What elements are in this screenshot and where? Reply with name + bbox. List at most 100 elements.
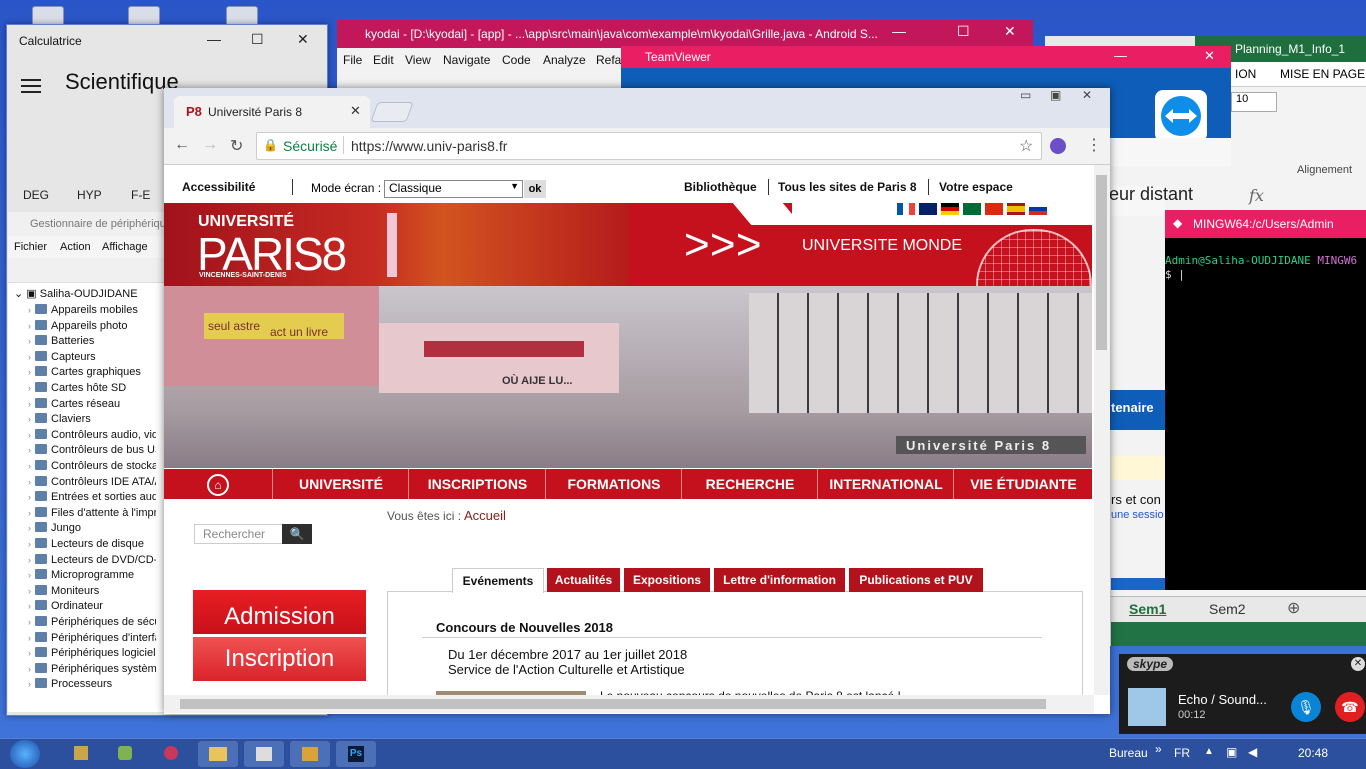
- device-tree-item[interactable]: › Batteries: [28, 335, 156, 350]
- close-icon[interactable]: ✕: [1351, 657, 1365, 671]
- sheet-tab[interactable]: Sem1: [1129, 601, 1166, 617]
- mic-icon[interactable]: 🎙: [1291, 692, 1321, 722]
- inscription-button[interactable]: Inscription: [193, 637, 366, 681]
- admission-button[interactable]: Admission: [193, 590, 366, 634]
- nav-vie-etudiante[interactable]: VIE ÉTUDIANTE: [953, 469, 1093, 499]
- device-tree-item[interactable]: › Périphériques de sécu: [28, 616, 156, 631]
- hamburger-icon[interactable]: [21, 75, 41, 97]
- nav-universite[interactable]: UNIVERSITÉ: [272, 469, 409, 499]
- close-button[interactable]: ✕: [1204, 48, 1215, 64]
- scroll-thumb[interactable]: [180, 699, 1046, 709]
- language-indicator[interactable]: FR: [1174, 746, 1190, 760]
- close-button[interactable]: ✕: [1004, 23, 1016, 40]
- bookmark-star-icon[interactable]: ☆: [1019, 136, 1033, 156]
- browser-tab[interactable]: P8 Université Paris 8 ✕: [174, 96, 370, 128]
- address-bar[interactable]: 🔒 Sécurisé https://www.univ-paris8.fr ☆: [256, 132, 1042, 160]
- taskbar-photoshop[interactable]: Ps: [336, 741, 376, 767]
- flag-es-icon[interactable]: [1007, 203, 1025, 215]
- new-tab-button[interactable]: [370, 102, 414, 122]
- taskbar-explorer[interactable]: [198, 741, 238, 767]
- device-tree-item[interactable]: › Contrôleurs audio, vid: [28, 428, 156, 444]
- device-tree-item[interactable]: › Microprogramme: [28, 569, 156, 584]
- search-button[interactable]: 🔍: [282, 524, 312, 544]
- fe-button[interactable]: F-E: [131, 188, 150, 202]
- deg-button[interactable]: DEG: [23, 188, 49, 202]
- hyp-button[interactable]: HYP: [77, 188, 102, 202]
- close-button[interactable]: ✕: [297, 31, 309, 48]
- top-link-bibliotheque[interactable]: Bibliothèque: [684, 180, 757, 194]
- menu-kebab-icon[interactable]: ⋮: [1086, 135, 1102, 155]
- device-tree-item[interactable]: › Processeurs: [28, 678, 156, 693]
- nav-recherche[interactable]: RECHERCHE: [681, 469, 818, 499]
- device-tree-item[interactable]: › Contrôleurs IDE ATA/A: [28, 475, 156, 491]
- search-input[interactable]: Rechercher: [194, 524, 284, 544]
- menu-navigate[interactable]: Navigate: [443, 53, 490, 67]
- device-tree-item[interactable]: › Ordinateur: [28, 600, 156, 615]
- start-button[interactable]: [10, 740, 40, 768]
- tab-expositions[interactable]: Expositions: [624, 568, 710, 592]
- tree-root[interactable]: ⌄ ▣ Saliha-OUDJIDANE: [14, 287, 138, 300]
- device-tree-item[interactable]: › Contrôleurs de bus US: [28, 444, 156, 459]
- tab-evenements[interactable]: Evénements: [452, 568, 544, 593]
- device-tree-item[interactable]: › Cartes graphiques: [28, 366, 156, 381]
- maximize-button[interactable]: ☐: [251, 31, 264, 48]
- tab-actualites[interactable]: Actualités: [547, 568, 620, 592]
- device-tree-item[interactable]: › Cartes réseau: [28, 397, 156, 413]
- accessibility-link[interactable]: Accessibilité: [182, 180, 255, 194]
- back-icon[interactable]: ←: [174, 136, 190, 154]
- flag-cn-icon[interactable]: [985, 203, 1003, 215]
- device-tree-item[interactable]: › Lecteurs de disque: [28, 538, 156, 553]
- device-tree-item[interactable]: › Files d'attente à l'impr: [28, 506, 156, 522]
- minimize-button[interactable]: —: [1114, 48, 1127, 63]
- extension-icon[interactable]: [1050, 138, 1066, 154]
- nav-international[interactable]: INTERNATIONAL: [817, 469, 954, 499]
- flag-fr-icon[interactable]: [897, 203, 915, 215]
- device-tree-item[interactable]: › Périphériques logiciels: [28, 647, 156, 662]
- nav-inscriptions[interactable]: INSCRIPTIONS: [408, 469, 546, 499]
- home-button[interactable]: ⌂: [164, 469, 272, 499]
- horizontal-scrollbar[interactable]: [164, 695, 1094, 713]
- ribbon-tab[interactable]: ION: [1235, 67, 1256, 81]
- taskbar-app[interactable]: [152, 741, 192, 767]
- device-tree-item[interactable]: › Entrées et sorties audi: [28, 491, 156, 506]
- flag-sa-icon[interactable]: [963, 203, 981, 215]
- forward-icon[interactable]: →: [202, 136, 218, 154]
- minimize-button[interactable]: —: [892, 23, 906, 39]
- menu-affichage[interactable]: Affichage: [102, 241, 148, 253]
- hangup-icon[interactable]: ☎: [1335, 692, 1365, 722]
- scroll-thumb[interactable]: [1096, 175, 1107, 350]
- formula-fx-icon[interactable]: fx: [1249, 186, 1264, 205]
- taskbar-app[interactable]: [244, 741, 284, 767]
- minimize-button[interactable]: ▭: [1020, 88, 1031, 102]
- taskbar-app[interactable]: [290, 741, 330, 767]
- news-title[interactable]: Concours de Nouvelles 2018: [436, 620, 613, 635]
- menu-fichier[interactable]: Fichier: [14, 241, 47, 253]
- device-tree-item[interactable]: › Jungo: [28, 522, 156, 537]
- maximize-button[interactable]: ▣: [1050, 88, 1061, 102]
- menu-edit[interactable]: Edit: [373, 53, 394, 67]
- vertical-scrollbar[interactable]: [1094, 165, 1110, 695]
- top-link-sites[interactable]: Tous les sites de Paris 8: [778, 180, 917, 194]
- device-tree-item[interactable]: › Périphériques système: [28, 662, 156, 678]
- device-tree-item[interactable]: › Appareils mobiles: [28, 304, 156, 319]
- device-tree-item[interactable]: › Cartes hôte SD: [28, 382, 156, 397]
- tab-publications[interactable]: Publications et PUV: [849, 568, 983, 592]
- breadcrumb-current[interactable]: Accueil: [464, 508, 506, 523]
- minimize-button[interactable]: —: [207, 31, 221, 47]
- close-button[interactable]: ✕: [1082, 88, 1092, 102]
- bureau-label[interactable]: Bureau: [1109, 746, 1148, 760]
- volume-icon[interactable]: ◀: [1248, 745, 1257, 759]
- mode-select[interactable]: Classique ▼: [384, 180, 523, 198]
- device-tree-item[interactable]: › Appareils photo: [28, 319, 156, 335]
- device-tree-item[interactable]: › Claviers: [28, 413, 156, 428]
- taskbar-android-studio[interactable]: [106, 741, 146, 767]
- clock[interactable]: 20:48: [1298, 746, 1328, 760]
- maximize-button[interactable]: ☐: [957, 23, 970, 40]
- device-tree-item[interactable]: › Contrôleurs de stockag: [28, 460, 156, 475]
- device-tree-item[interactable]: › Moniteurs: [28, 584, 156, 600]
- device-tree-item[interactable]: › Capteurs: [28, 350, 156, 366]
- menu-analyze[interactable]: Analyze: [543, 53, 586, 67]
- flag-uk-icon[interactable]: [919, 203, 937, 215]
- chevron-icon[interactable]: »: [1155, 742, 1162, 756]
- taskbar-app[interactable]: [62, 741, 102, 767]
